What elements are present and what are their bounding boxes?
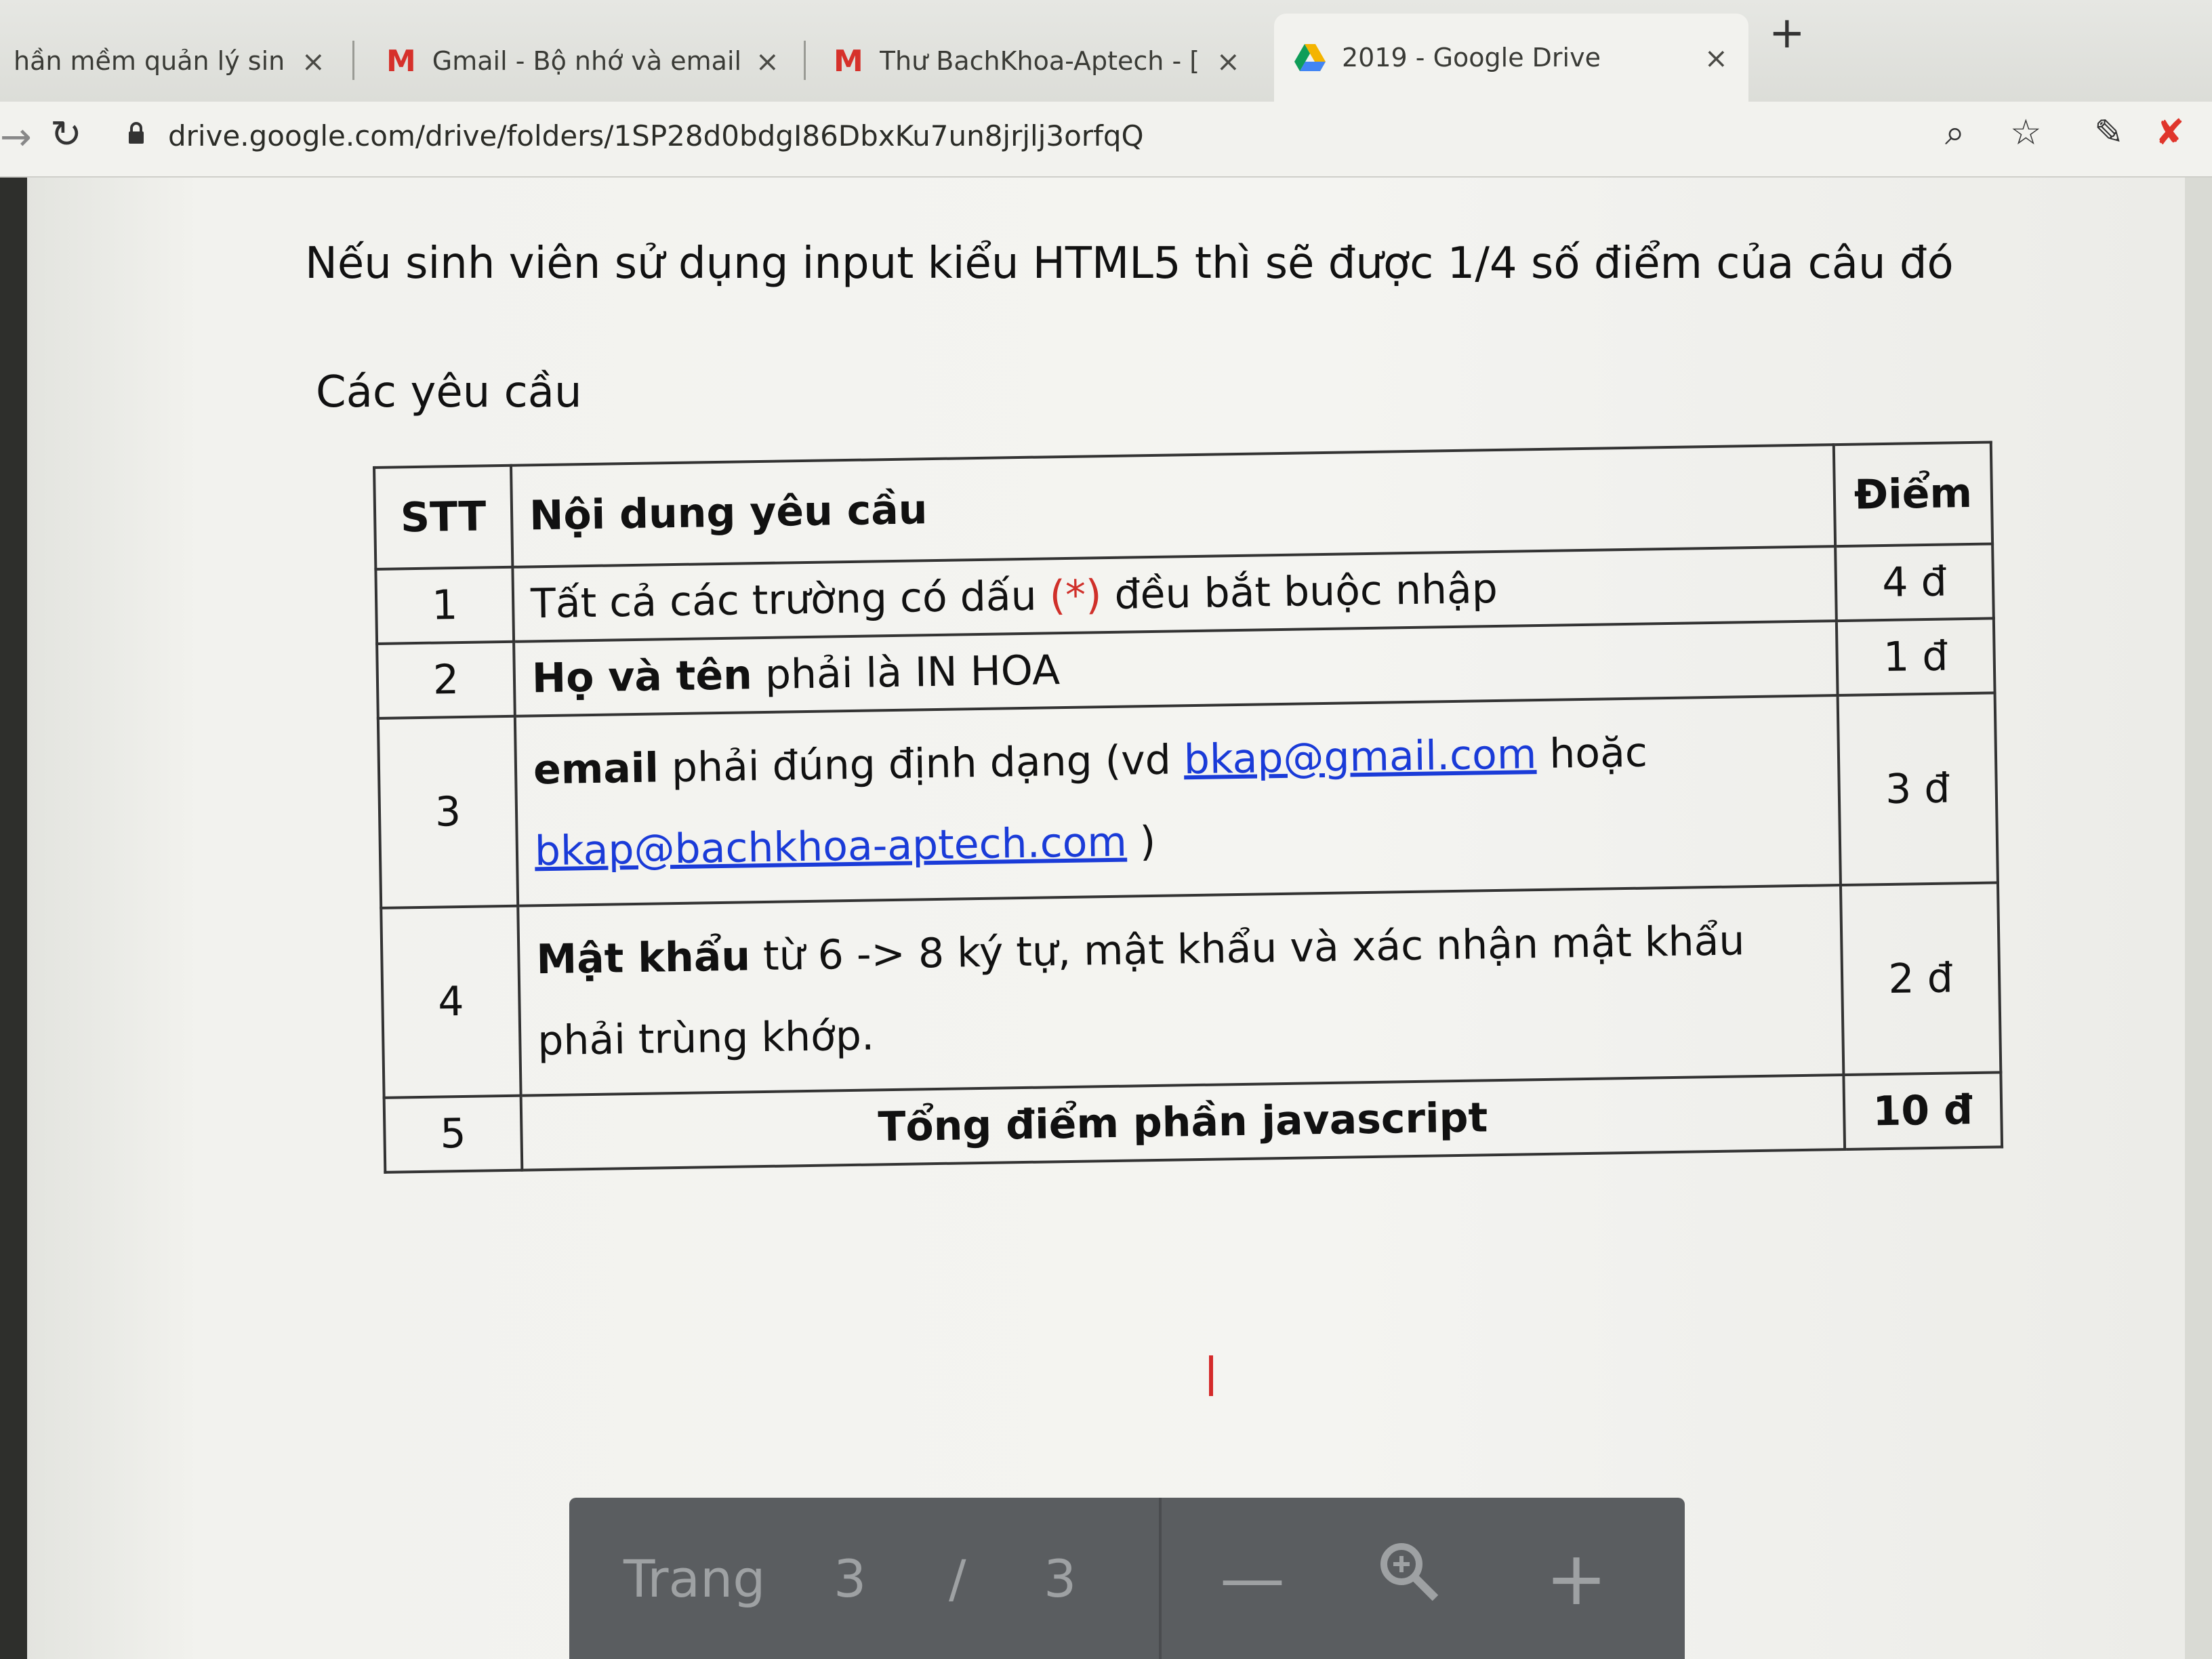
page-navigation-bar: Trang 3 / 3 — + (569, 1498, 1685, 1659)
forward-icon[interactable]: → (0, 115, 32, 159)
screen-bezel (0, 178, 27, 1659)
page-label: Trang (623, 1548, 766, 1609)
eyedropper-extension-icon[interactable]: ✎ (2094, 112, 2124, 153)
tab-google-drive[interactable]: 2019 - Google Drive × (1274, 14, 1748, 102)
email-link-gmail[interactable]: bkap@gmail.com (1183, 731, 1537, 783)
row-stt: 5 (384, 1095, 523, 1172)
magnifier-icon (1380, 1543, 1439, 1601)
row-stt: 3 (377, 716, 518, 908)
gmail-icon: M (386, 43, 416, 79)
row-text: ) (1126, 817, 1156, 866)
row-text: phải đúng định dạng (vd (658, 736, 1185, 792)
tab-label: Gmail - Bộ nhớ và email miễn ph (432, 46, 739, 76)
reload-icon[interactable]: ↻ (50, 112, 82, 157)
zoom-out-button[interactable]: — (1220, 1540, 1285, 1616)
browser-toolbar: → ↻ drive.google.com/drive/folders/1SP28… (0, 102, 2212, 178)
document-viewer: Nếu sinh viên sử dụng input kiểu HTML5 t… (27, 178, 2185, 1659)
row-text: hoặc (1536, 729, 1648, 779)
gmail-icon: M (834, 43, 863, 79)
zoom-indicator-icon[interactable]: ⌕ (1945, 112, 1965, 154)
row-stt: 2 (377, 641, 515, 718)
row-text: phải là IN HOA (752, 647, 1061, 699)
page-bar-divider (1159, 1498, 1162, 1659)
requirements-table: STT Nội dung yêu cầu Điểm 1 Tất cả các t… (373, 441, 2003, 1173)
required-asterisk: (*) (1049, 571, 1102, 620)
tab-bachkhoa-mail[interactable]: M Thư BachKhoa-Aptech - [NANGC × (813, 23, 1261, 99)
extension-x-icon[interactable]: ✘ (2155, 112, 2185, 153)
email-link-bachkhoa[interactable]: bkap@bachkhoa-aptech.com (534, 819, 1127, 876)
text-cursor (1209, 1355, 1213, 1396)
close-tab-icon[interactable]: × (1216, 45, 1240, 78)
close-tab-icon[interactable]: × (1704, 41, 1728, 75)
tab-label: hần mềm quản lý sinh viên Bac (14, 46, 285, 76)
table-row: 3 email phải đúng định dạng (vd bkap@gma… (377, 693, 1998, 908)
row-stt: 1 (375, 567, 514, 644)
lock-icon (129, 122, 144, 144)
zoom-in-button[interactable]: + (1545, 1535, 1607, 1622)
close-tab-icon[interactable]: × (756, 45, 779, 78)
current-page-number[interactable]: 3 (834, 1549, 866, 1609)
total-points: 10 đ (1843, 1072, 2003, 1150)
tab-label: Thư BachKhoa-Aptech - [NANGC (879, 46, 1200, 76)
header-points: Điểm (1833, 442, 1993, 547)
page-separator: / (949, 1548, 966, 1609)
google-drive-icon (1294, 44, 1326, 71)
tab-separator (352, 41, 354, 80)
tab-bar: hần mềm quản lý sinh viên Bac × M Gmail … (0, 0, 2212, 102)
row-points: 3 đ (1837, 693, 1998, 886)
header-stt: STT (374, 465, 513, 569)
row-points: 1 đ (1836, 618, 1995, 696)
section-title: Các yêu cầu (316, 367, 582, 417)
tab-student-management[interactable]: hần mềm quản lý sinh viên Bac × (0, 23, 346, 99)
row-text: từ 6 -> 8 ký tự, mật khẩu và xác nhận mậ… (750, 917, 1745, 981)
tab-gmail[interactable]: M Gmail - Bộ nhớ và email miễn ph × (366, 23, 800, 99)
row-stt: 4 (381, 905, 521, 1098)
row-content: Mật khẩu từ 6 -> 8 ký tự, mật khẩu và xá… (518, 885, 1844, 1096)
row-content: email phải đúng định dạng (vd bkap@gmail… (514, 695, 1841, 906)
table-row: 4 Mật khẩu từ 6 -> 8 ký tự, mật khẩu và … (381, 882, 2001, 1098)
total-pages: 3 (1044, 1548, 1077, 1609)
address-bar-url[interactable]: drive.google.com/drive/folders/1SP28d0bd… (168, 119, 1144, 152)
tab-separator (804, 41, 806, 80)
new-tab-button[interactable]: + (1769, 8, 1805, 58)
bookmark-star-icon[interactable]: ☆ (2010, 112, 2042, 153)
document-note: Nếu sinh viên sử dụng input kiểu HTML5 t… (305, 239, 1954, 289)
row-points: 2 đ (1840, 882, 2001, 1076)
row-text: đều bắt buộc nhập (1101, 565, 1498, 619)
tab-label: 2019 - Google Drive (1342, 43, 1601, 73)
row-bold-text: Họ và tên (531, 651, 753, 703)
row-points: 4 đ (1835, 544, 1994, 621)
header-content: Nội dung yêu cầu (511, 445, 1836, 567)
row-text: phải trùng khớp. (537, 1012, 875, 1065)
zoom-icon[interactable] (1376, 1538, 1441, 1618)
row-bold-text: email (533, 744, 659, 794)
row-text: Tất cả các trường có dấu (530, 572, 1050, 628)
row-bold-text: Mật khẩu (535, 933, 751, 984)
close-tab-icon[interactable]: × (302, 45, 325, 78)
